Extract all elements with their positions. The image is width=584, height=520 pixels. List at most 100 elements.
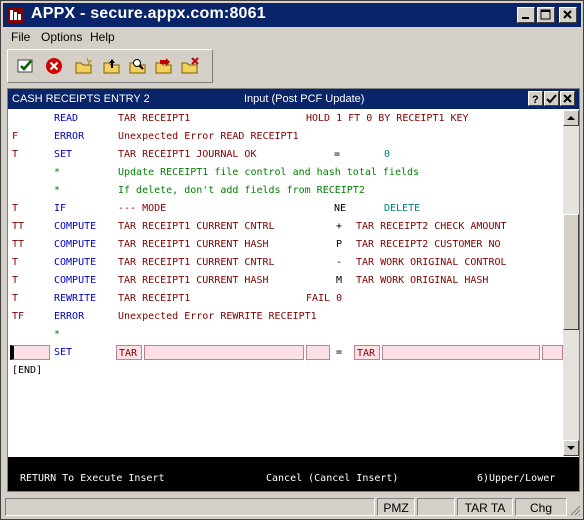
appx-logo-icon bbox=[8, 7, 24, 23]
row-operator: M bbox=[336, 275, 343, 286]
code-row[interactable]: READ TAR RECEIPT1 HOLD 1 FT 0 BY RECEIPT… bbox=[8, 110, 563, 128]
row-command: IF bbox=[54, 203, 67, 214]
scroll-down-button[interactable] bbox=[563, 440, 579, 456]
status-pmz: PMZ bbox=[377, 498, 415, 516]
code-row[interactable]: * bbox=[8, 326, 563, 344]
row-comment: If delete, don't add fields from RECEIPT… bbox=[118, 185, 365, 196]
flag-input[interactable] bbox=[10, 345, 50, 360]
row-command: COMPUTE bbox=[54, 275, 97, 286]
row-command: ERROR bbox=[54, 311, 85, 322]
folder-up-icon[interactable] bbox=[102, 56, 122, 76]
vertical-scrollbar[interactable] bbox=[563, 110, 579, 456]
application-input-1[interactable]: TAR bbox=[116, 345, 142, 360]
process-title: CASH RECEIPTS ENTRY 2 bbox=[12, 93, 150, 105]
code-row[interactable]: T COMPUTE TAR RECEIPT1 CURRENT CNTRL - T… bbox=[8, 254, 563, 272]
code-row[interactable]: * Update RECEIPT1 file control and hash … bbox=[8, 164, 563, 182]
application-input-2[interactable]: TAR bbox=[354, 345, 380, 360]
row-operator: - bbox=[336, 257, 343, 268]
row-operator: NE bbox=[334, 203, 347, 214]
status-mode: Chg bbox=[515, 498, 567, 516]
menu-file[interactable]: File bbox=[11, 30, 30, 44]
row-flag: TT bbox=[12, 239, 25, 250]
cancel-icon[interactable] bbox=[44, 56, 64, 76]
minimize-button[interactable] bbox=[517, 7, 535, 23]
find-folder-icon[interactable] bbox=[128, 56, 148, 76]
toolbar bbox=[7, 49, 213, 83]
application-value-1: TAR bbox=[119, 348, 138, 359]
row-arguments: TAR RECEIPT1 bbox=[118, 113, 191, 124]
occurrence-input-2[interactable] bbox=[542, 345, 563, 360]
hint-return[interactable]: RETURN To Execute Insert bbox=[20, 473, 165, 484]
ok-button[interactable] bbox=[544, 91, 559, 106]
help-button[interactable]: ? bbox=[528, 91, 543, 106]
hint-cancel[interactable]: Cancel (Cancel Insert) bbox=[266, 473, 398, 484]
edit-command: SET bbox=[54, 347, 73, 358]
row-command: ERROR bbox=[54, 131, 85, 142]
row-flag: TF bbox=[12, 311, 25, 322]
folder-x-icon[interactable] bbox=[180, 56, 200, 76]
code-row[interactable]: TT COMPUTE TAR RECEIPT1 CURRENT HASH P T… bbox=[8, 236, 563, 254]
code-row[interactable]: TT COMPUTE TAR RECEIPT1 CURRENT CNTRL + … bbox=[8, 218, 563, 236]
resize-grip-icon[interactable] bbox=[569, 504, 581, 516]
code-row[interactable]: * If delete, don't add fields from RECEI… bbox=[8, 182, 563, 200]
code-row[interactable]: T IF --- MODE NE DELETE bbox=[8, 200, 563, 218]
row-flag: T bbox=[12, 203, 19, 214]
help-icon: ? bbox=[532, 94, 539, 106]
row-extra: FAIL 0 bbox=[306, 293, 343, 304]
edit-operator: = bbox=[336, 347, 343, 358]
close-button[interactable] bbox=[559, 7, 577, 23]
minimize-icon bbox=[522, 17, 529, 19]
row-value: TAR WORK ORIGINAL HASH bbox=[356, 275, 489, 286]
field-input-1[interactable] bbox=[144, 345, 304, 360]
row-operator: P bbox=[336, 239, 343, 250]
code-row[interactable]: F ERROR Unexpected Error READ RECEIPT1 bbox=[8, 128, 563, 146]
code-row[interactable]: T REWRITE TAR RECEIPT1 FAIL 0 bbox=[8, 290, 563, 308]
menu-bar: File Options Help bbox=[3, 28, 581, 46]
status-empty bbox=[417, 498, 455, 516]
edit-row[interactable]: SET TAR = TAR bbox=[8, 344, 563, 362]
row-arguments: TAR RECEIPT1 JOURNAL OK bbox=[118, 149, 257, 160]
code-row[interactable]: T COMPUTE TAR RECEIPT1 CURRENT HASH M TA… bbox=[8, 272, 563, 290]
close-icon bbox=[563, 94, 572, 103]
scroll-thumb[interactable] bbox=[563, 214, 579, 330]
end-marker: [END] bbox=[12, 365, 43, 376]
status-app: TAR TA bbox=[457, 498, 513, 516]
menu-options[interactable]: Options bbox=[41, 30, 82, 44]
maximize-icon bbox=[540, 9, 551, 20]
row-flag: TT bbox=[12, 221, 25, 232]
row-extra: HOLD 1 FT 0 BY RECEIPT1 KEY bbox=[306, 113, 469, 124]
checkmark-icon bbox=[546, 94, 557, 104]
row-flag: T bbox=[12, 275, 19, 286]
title-bar: APPX - secure.appx.com:8061 bbox=[3, 3, 581, 27]
cancel-window-button[interactable] bbox=[560, 91, 575, 106]
new-folder-icon[interactable] bbox=[74, 56, 94, 76]
row-operator: = bbox=[334, 149, 341, 160]
row-flag: T bbox=[12, 149, 19, 160]
row-comment-marker: * bbox=[54, 185, 61, 196]
row-operator: + bbox=[336, 221, 343, 232]
key-hint-bar: RETURN To Execute Insert Cancel (Cancel … bbox=[8, 457, 579, 491]
folder-go-icon[interactable] bbox=[154, 56, 174, 76]
process-mode: Input (Post PCF Update) bbox=[244, 93, 365, 105]
maximize-button[interactable] bbox=[537, 7, 555, 23]
application-value-2: TAR bbox=[357, 348, 376, 359]
window-title: APPX - secure.appx.com:8061 bbox=[31, 5, 266, 22]
occurrence-input[interactable] bbox=[306, 345, 330, 360]
up-arrow-icon bbox=[567, 116, 575, 120]
code-editor[interactable]: READ TAR RECEIPT1 HOLD 1 FT 0 BY RECEIPT… bbox=[8, 110, 563, 456]
row-arguments: TAR RECEIPT1 CURRENT HASH bbox=[118, 239, 269, 250]
status-message bbox=[5, 498, 375, 516]
check-icon[interactable] bbox=[16, 56, 36, 76]
field-input-2[interactable] bbox=[382, 345, 540, 360]
row-command: REWRITE bbox=[54, 293, 97, 304]
hint-upper-lower[interactable]: 6)Upper/Lower bbox=[477, 473, 555, 484]
row-command: READ bbox=[54, 113, 79, 124]
code-row[interactable]: TF ERROR Unexpected Error REWRITE RECEIP… bbox=[8, 308, 563, 326]
down-arrow-icon bbox=[567, 446, 575, 450]
row-value: 0 bbox=[384, 149, 391, 160]
row-value: TAR RECEIPT2 CUSTOMER NO bbox=[356, 239, 501, 250]
code-row[interactable]: T SET TAR RECEIPT1 JOURNAL OK = 0 bbox=[8, 146, 563, 164]
row-value: TAR WORK ORIGINAL CONTROL bbox=[356, 257, 507, 268]
menu-help[interactable]: Help bbox=[90, 30, 115, 44]
scroll-up-button[interactable] bbox=[563, 110, 579, 126]
